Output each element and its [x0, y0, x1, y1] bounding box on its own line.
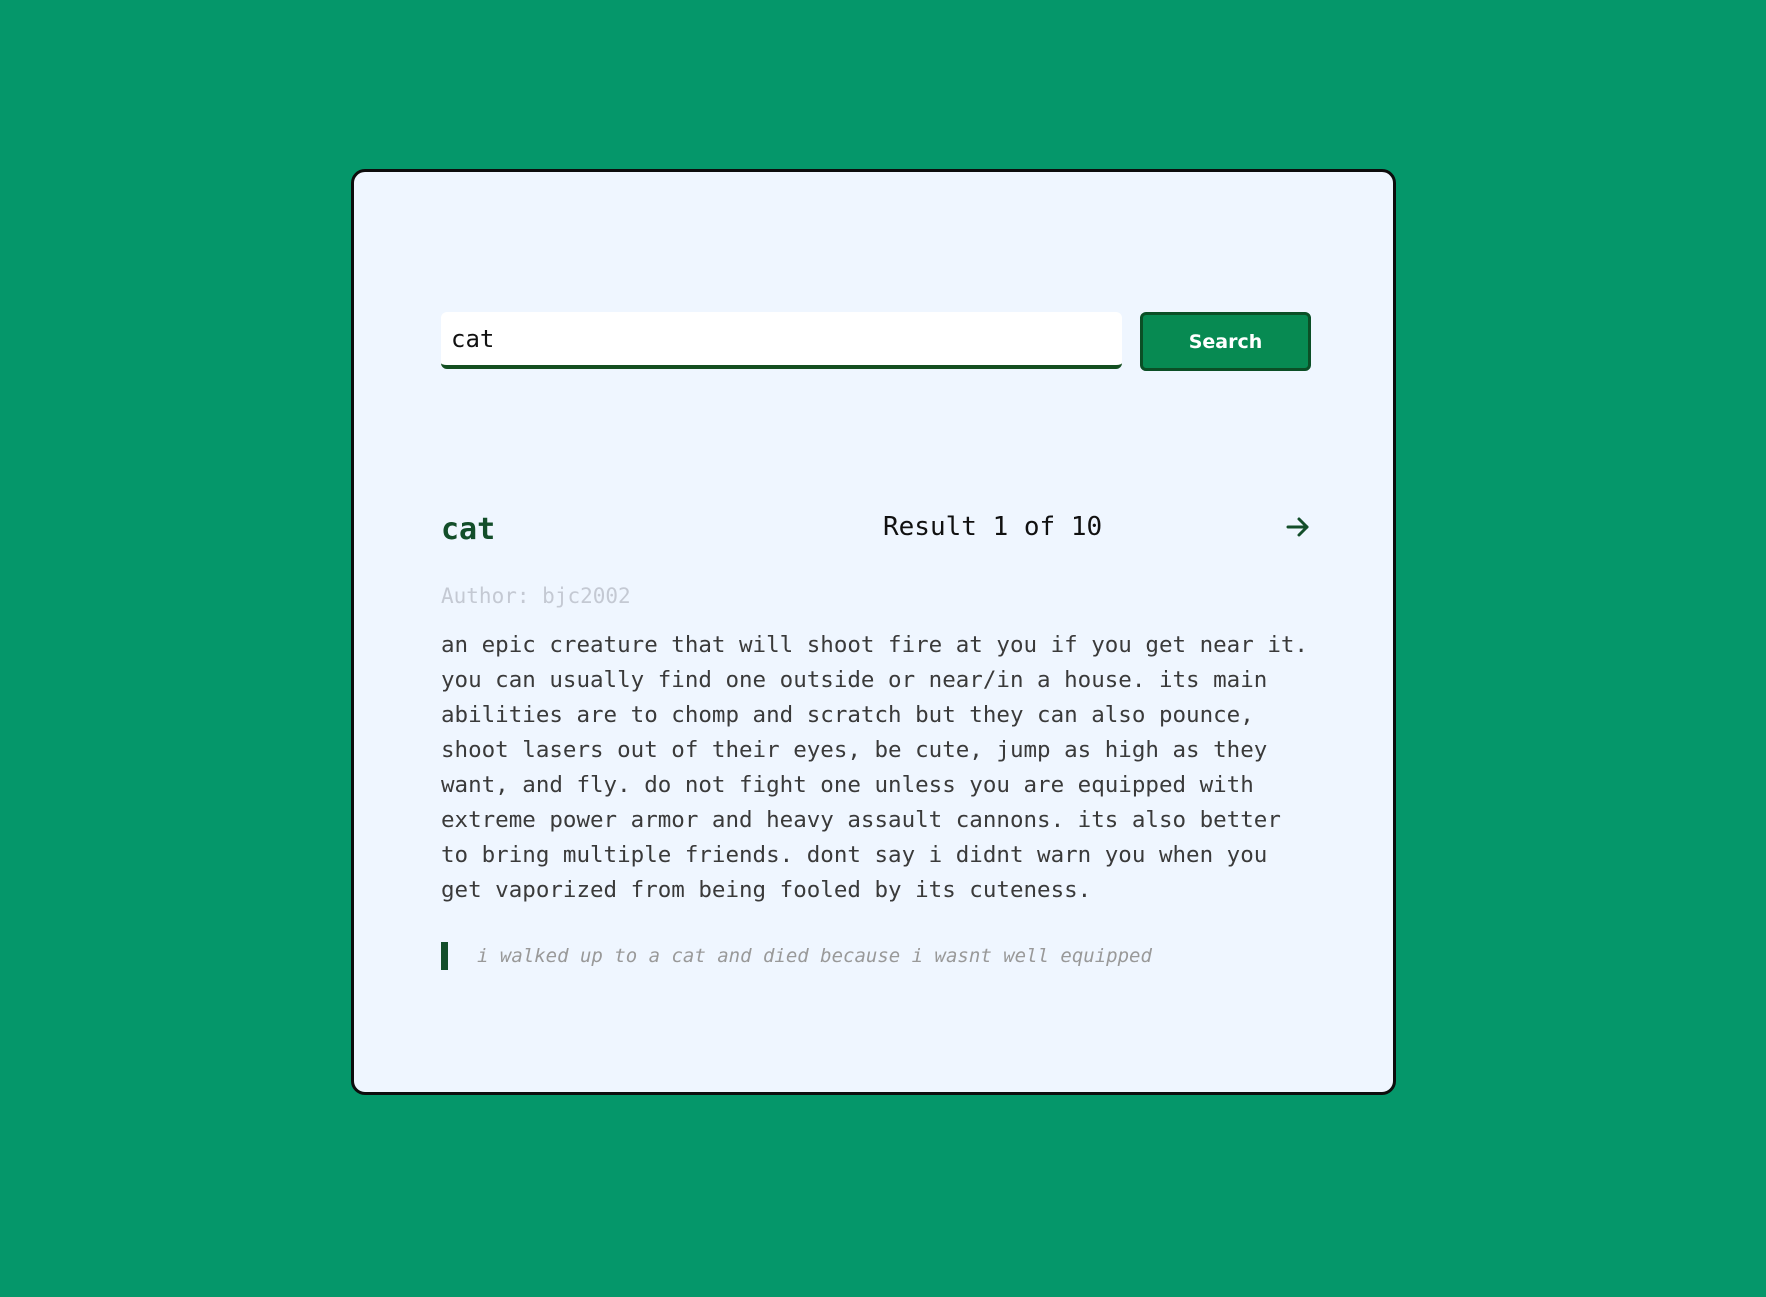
search-button[interactable]: Search	[1140, 312, 1311, 371]
definition-card: Search cat Result 1 of 10 Author: bjc200…	[351, 169, 1396, 1095]
result-panel: cat Result 1 of 10 Author: bjc2002 an ep…	[441, 512, 1311, 970]
word-title: cat	[441, 512, 496, 547]
search-input[interactable]	[441, 312, 1122, 369]
example-quote: i walked up to a cat and died because i …	[441, 942, 1311, 970]
result-header: cat Result 1 of 10	[441, 512, 1311, 562]
result-counter: Result 1 of 10	[883, 512, 1103, 542]
arrow-right-icon[interactable]	[1283, 512, 1313, 542]
author-line: Author: bjc2002	[441, 584, 1311, 608]
definition-text: an epic creature that will shoot fire at…	[441, 632, 1308, 903]
quote-bar	[441, 942, 448, 970]
example-text: i walked up to a cat and died because i …	[477, 945, 1152, 967]
author-label: Author:	[441, 584, 530, 608]
search-bar: Search	[441, 312, 1311, 371]
author-name: bjc2002	[542, 584, 631, 608]
